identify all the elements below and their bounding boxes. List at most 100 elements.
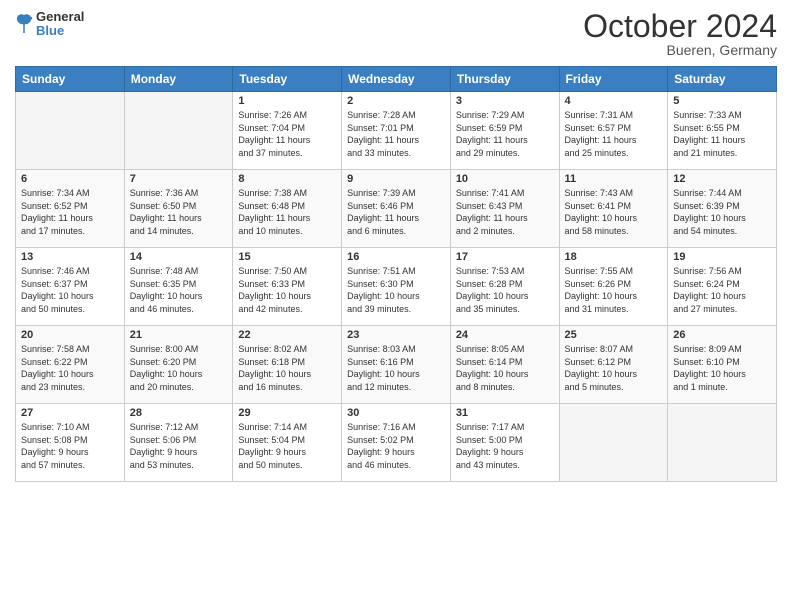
header-friday: Friday: [559, 67, 668, 92]
day-number: 9: [347, 173, 445, 185]
day-number: 27: [21, 407, 119, 419]
day-number: 23: [347, 329, 445, 341]
table-row: 15Sunrise: 7:50 AM Sunset: 6:33 PM Dayli…: [233, 248, 342, 326]
table-row: 21 Sunrise: 8:00 AM Sunset: 6:20 PM Dayli…: [124, 326, 233, 404]
day-number: 20: [21, 329, 119, 341]
table-row: 16 Sunrise: 7:51 AM Sunset: 6:30 PM Dayli…: [342, 248, 451, 326]
table-row: 14 Sunrise: 7:48 AM Sunset: 6:35 PM Dayli…: [124, 248, 233, 326]
table-row: [124, 92, 233, 170]
table-row: 12Sunrise: 7:44 AM Sunset: 6:39 PM Dayli…: [668, 170, 777, 248]
day-number: 12: [673, 173, 771, 185]
table-row: 2Sunrise: 7:28 AM Sunset: 7:01 PM Daylig…: [342, 92, 451, 170]
day-number: 26: [673, 329, 771, 341]
day-number: 31: [456, 407, 554, 419]
day-info: Sunrise: 7:56 AM Sunset: 6:24 PM Dayligh…: [673, 265, 771, 315]
table-row: 27Sunrise: 7:10 AM Sunset: 5:08 PM Dayli…: [16, 404, 125, 482]
table-row: 19 Sunrise: 7:56 AM Sunset: 6:24 PM Dayli…: [668, 248, 777, 326]
page-container: General Blue October 2024 Bueren, German…: [0, 0, 792, 487]
day-info: Sunrise: 7:16 AM Sunset: 5:02 PM Dayligh…: [347, 421, 445, 471]
table-row: 5Sunrise: 7:33 AM Sunset: 6:55 PM Daylig…: [668, 92, 777, 170]
title-area: October 2024 Bueren, Germany: [583, 10, 777, 58]
day-number: 25: [565, 329, 663, 341]
day-number: 17: [456, 251, 554, 263]
day-info: Sunrise: 7:43 AM Sunset: 6:41 PM Dayligh…: [565, 187, 663, 237]
logo-bird-icon: [15, 13, 33, 35]
table-row: 9 Sunrise: 7:39 AM Sunset: 6:46 PM Daylig…: [342, 170, 451, 248]
day-info: Sunrise: 7:34 AM Sunset: 6:52 PM Dayligh…: [21, 187, 119, 237]
header: General Blue October 2024 Bueren, German…: [15, 10, 777, 58]
day-number: 16: [347, 251, 445, 263]
day-number: 1: [238, 95, 336, 107]
day-number: 8: [238, 173, 336, 185]
table-row: 1 Sunrise: 7:26 AM Sunset: 7:04 PM Daylig…: [233, 92, 342, 170]
day-info: Sunrise: 8:07 AM Sunset: 6:12 PM Dayligh…: [565, 343, 663, 393]
day-number: 10: [456, 173, 554, 185]
day-number: 3: [456, 95, 554, 107]
table-row: 7 Sunrise: 7:36 AM Sunset: 6:50 PM Daylig…: [124, 170, 233, 248]
location: Bueren, Germany: [583, 42, 777, 58]
day-info: Sunrise: 7:12 AM Sunset: 5:06 PM Dayligh…: [130, 421, 228, 471]
day-number: 7: [130, 173, 228, 185]
day-number: 28: [130, 407, 228, 419]
calendar-week-row: 20 Sunrise: 7:58 AM Sunset: 6:22 PM Dayli…: [16, 326, 777, 404]
day-info: Sunrise: 7:14 AM Sunset: 5:04 PM Dayligh…: [238, 421, 336, 471]
day-info: Sunrise: 7:33 AM Sunset: 6:55 PM Dayligh…: [673, 109, 771, 159]
day-number: 6: [21, 173, 119, 185]
table-row: 30 Sunrise: 7:16 AM Sunset: 5:02 PM Dayli…: [342, 404, 451, 482]
day-number: 18: [565, 251, 663, 263]
day-info: Sunrise: 7:58 AM Sunset: 6:22 PM Dayligh…: [21, 343, 119, 393]
day-info: Sunrise: 7:39 AM Sunset: 6:46 PM Dayligh…: [347, 187, 445, 237]
calendar-week-row: 13Sunrise: 7:46 AM Sunset: 6:37 PM Dayli…: [16, 248, 777, 326]
logo-blue: Blue: [36, 24, 84, 38]
table-row: 23Sunrise: 8:03 AM Sunset: 6:16 PM Dayli…: [342, 326, 451, 404]
calendar-week-row: 1 Sunrise: 7:26 AM Sunset: 7:04 PM Daylig…: [16, 92, 777, 170]
header-thursday: Thursday: [450, 67, 559, 92]
day-number: 14: [130, 251, 228, 263]
table-row: 28 Sunrise: 7:12 AM Sunset: 5:06 PM Dayli…: [124, 404, 233, 482]
table-row: 10 Sunrise: 7:41 AM Sunset: 6:43 PM Dayli…: [450, 170, 559, 248]
table-row: 22 Sunrise: 8:02 AM Sunset: 6:18 PM Dayli…: [233, 326, 342, 404]
table-row: [16, 92, 125, 170]
table-row: 31 Sunrise: 7:17 AM Sunset: 5:00 PM Dayli…: [450, 404, 559, 482]
day-info: Sunrise: 7:17 AM Sunset: 5:00 PM Dayligh…: [456, 421, 554, 471]
day-info: Sunrise: 8:02 AM Sunset: 6:18 PM Dayligh…: [238, 343, 336, 393]
table-row: 20 Sunrise: 7:58 AM Sunset: 6:22 PM Dayli…: [16, 326, 125, 404]
table-row: 26 Sunrise: 8:09 AM Sunset: 6:10 PM Dayli…: [668, 326, 777, 404]
day-number: 4: [565, 95, 663, 107]
day-number: 19: [673, 251, 771, 263]
table-row: 11 Sunrise: 7:43 AM Sunset: 6:41 PM Dayli…: [559, 170, 668, 248]
calendar-table: Sunday Monday Tuesday Wednesday Thursday…: [15, 66, 777, 482]
day-info: Sunrise: 8:05 AM Sunset: 6:14 PM Dayligh…: [456, 343, 554, 393]
day-info: Sunrise: 8:09 AM Sunset: 6:10 PM Dayligh…: [673, 343, 771, 393]
day-info: Sunrise: 7:36 AM Sunset: 6:50 PM Dayligh…: [130, 187, 228, 237]
header-saturday: Saturday: [668, 67, 777, 92]
day-info: Sunrise: 7:41 AM Sunset: 6:43 PM Dayligh…: [456, 187, 554, 237]
day-info: Sunrise: 7:28 AM Sunset: 7:01 PM Dayligh…: [347, 109, 445, 159]
day-number: 11: [565, 173, 663, 185]
calendar-week-row: 27Sunrise: 7:10 AM Sunset: 5:08 PM Dayli…: [16, 404, 777, 482]
logo-general: General: [36, 10, 84, 24]
day-number: 30: [347, 407, 445, 419]
header-wednesday: Wednesday: [342, 67, 451, 92]
table-row: 17Sunrise: 7:53 AM Sunset: 6:28 PM Dayli…: [450, 248, 559, 326]
day-number: 29: [238, 407, 336, 419]
day-number: 15: [238, 251, 336, 263]
day-info: Sunrise: 7:51 AM Sunset: 6:30 PM Dayligh…: [347, 265, 445, 315]
table-row: 24Sunrise: 8:05 AM Sunset: 6:14 PM Dayli…: [450, 326, 559, 404]
header-monday: Monday: [124, 67, 233, 92]
logo: General Blue: [15, 10, 84, 39]
day-info: Sunrise: 7:48 AM Sunset: 6:35 PM Dayligh…: [130, 265, 228, 315]
table-row: [668, 404, 777, 482]
table-row: 25 Sunrise: 8:07 AM Sunset: 6:12 PM Dayli…: [559, 326, 668, 404]
day-info: Sunrise: 7:31 AM Sunset: 6:57 PM Dayligh…: [565, 109, 663, 159]
day-number: 21: [130, 329, 228, 341]
day-info: Sunrise: 7:26 AM Sunset: 7:04 PM Dayligh…: [238, 109, 336, 159]
day-info: Sunrise: 7:38 AM Sunset: 6:48 PM Dayligh…: [238, 187, 336, 237]
header-sunday: Sunday: [16, 67, 125, 92]
table-row: 6 Sunrise: 7:34 AM Sunset: 6:52 PM Daylig…: [16, 170, 125, 248]
day-number: 22: [238, 329, 336, 341]
table-row: [559, 404, 668, 482]
day-info: Sunrise: 7:29 AM Sunset: 6:59 PM Dayligh…: [456, 109, 554, 159]
day-info: Sunrise: 8:00 AM Sunset: 6:20 PM Dayligh…: [130, 343, 228, 393]
header-tuesday: Tuesday: [233, 67, 342, 92]
